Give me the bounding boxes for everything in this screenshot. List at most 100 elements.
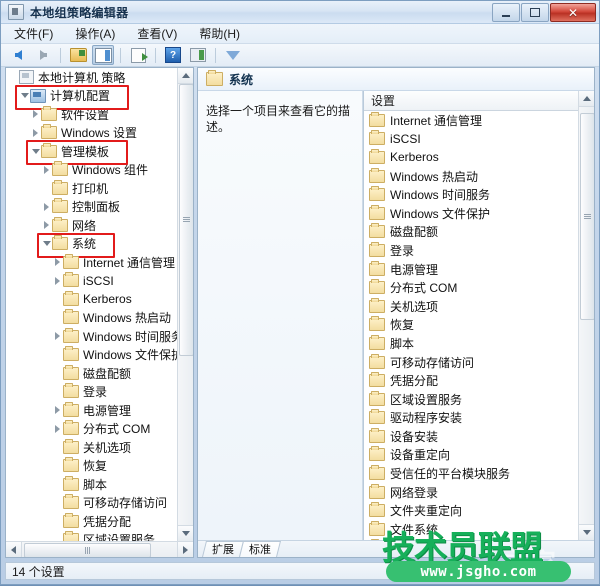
list-scroll-down-button[interactable] bbox=[579, 524, 594, 540]
tab-standard[interactable]: 标准 bbox=[239, 541, 281, 557]
list-item[interactable]: 恢复 bbox=[364, 316, 579, 335]
triangle-icon bbox=[33, 110, 38, 119]
expand-arrow-icon[interactable] bbox=[52, 423, 63, 434]
settings-column-header[interactable]: 设置 bbox=[364, 91, 594, 111]
tree-hscroll-thumb[interactable] bbox=[24, 543, 151, 557]
settings-list[interactable]: Internet 通信管理 iSCSI Kerberos Windows 热启动 Win… bbox=[364, 111, 579, 540]
list-item[interactable]: Windows 时间服务 bbox=[364, 185, 579, 204]
list-item[interactable]: 受信任的平台模块服务 bbox=[364, 464, 579, 483]
list-item[interactable]: 磁盘配额 bbox=[364, 223, 579, 242]
list-item[interactable]: 凭据分配 bbox=[364, 371, 579, 390]
list-item[interactable]: 电源管理 bbox=[364, 260, 579, 279]
list-item[interactable]: 登录 bbox=[364, 241, 579, 260]
collapse-arrow-icon[interactable] bbox=[41, 238, 52, 249]
list-item[interactable]: 关机选项 bbox=[364, 297, 579, 316]
tree-node[interactable]: Windows 设置 bbox=[6, 124, 178, 143]
list-scroll-thumb[interactable] bbox=[580, 113, 594, 320]
tree-node[interactable]: iSCSI bbox=[6, 272, 178, 291]
forward-button[interactable] bbox=[32, 45, 54, 65]
tree-node[interactable]: Windows 组件 bbox=[6, 161, 178, 180]
tree-node[interactable]: Windows 热启动 bbox=[6, 309, 178, 328]
folder-icon bbox=[369, 223, 385, 239]
list-item[interactable]: 脚本 bbox=[364, 334, 579, 353]
expand-arrow-icon[interactable] bbox=[30, 109, 41, 120]
tree-node[interactable]: 管理模板 bbox=[6, 142, 178, 161]
list-item[interactable]: 设备安装 bbox=[364, 427, 579, 446]
tree-node[interactable]: 控制面板 bbox=[6, 198, 178, 217]
list-scroll-up-button[interactable] bbox=[579, 91, 594, 107]
expand-arrow-icon[interactable] bbox=[52, 257, 63, 268]
tree-node[interactable]: 登录 bbox=[6, 383, 178, 402]
export-list-button[interactable] bbox=[127, 45, 149, 65]
tree-node[interactable]: 磁盘配额 bbox=[6, 364, 178, 383]
expand-arrow-icon[interactable] bbox=[41, 220, 52, 231]
tree-node[interactable]: 可移动存储访问 bbox=[6, 494, 178, 513]
list-item[interactable]: Windows 热启动 bbox=[364, 167, 579, 186]
list-item[interactable]: 设备重定向 bbox=[364, 446, 579, 465]
tree-scroll-left-button[interactable] bbox=[6, 542, 22, 557]
tree-node[interactable]: 打印机 bbox=[6, 179, 178, 198]
tree-vertical-scrollbar[interactable] bbox=[177, 68, 193, 541]
expand-arrow-icon[interactable] bbox=[52, 405, 63, 416]
filter-button[interactable] bbox=[222, 45, 244, 65]
list-item[interactable]: 驱动程序安装 bbox=[364, 409, 579, 428]
tree-node[interactable]: 系统 bbox=[6, 235, 178, 254]
up-folder-button[interactable] bbox=[67, 45, 89, 65]
tree-node[interactable]: 脚本 bbox=[6, 475, 178, 494]
scroll-up-icon bbox=[181, 73, 190, 78]
menu-help[interactable]: 帮助(H) bbox=[196, 24, 243, 43]
tree-scroll-right-button[interactable] bbox=[177, 542, 193, 557]
tree-scroll-thumb[interactable] bbox=[179, 84, 193, 356]
back-button[interactable] bbox=[7, 45, 29, 65]
tree-node[interactable]: Internet 通信管理 bbox=[6, 253, 178, 272]
expand-arrow-icon[interactable] bbox=[41, 201, 52, 212]
tree-horizontal-scrollbar[interactable] bbox=[6, 541, 193, 557]
show-tree-button[interactable] bbox=[92, 45, 114, 65]
tree-node[interactable]: Windows 文件保护 bbox=[6, 346, 178, 365]
expand-arrow-icon[interactable] bbox=[52, 331, 63, 342]
tree-node[interactable]: 本地计算机 策略 bbox=[6, 68, 178, 87]
list-vertical-scrollbar[interactable] bbox=[578, 91, 594, 540]
list-item[interactable]: 可移动存储访问 bbox=[364, 353, 579, 372]
tree-scroll-up-button[interactable] bbox=[178, 68, 193, 84]
list-item[interactable]: Kerberos bbox=[364, 148, 579, 167]
properties-button[interactable] bbox=[187, 45, 209, 65]
list-item[interactable]: 区域设置服务 bbox=[364, 390, 579, 409]
list-item[interactable]: iSCSI bbox=[364, 130, 579, 149]
list-item[interactable]: 分布式 COM bbox=[364, 278, 579, 297]
list-item-label: 登录 bbox=[390, 243, 415, 258]
list-item[interactable]: Windows 文件保护 bbox=[364, 204, 579, 223]
expand-arrow-icon[interactable] bbox=[52, 275, 63, 286]
tree-scroll-down-button[interactable] bbox=[178, 525, 193, 541]
triangle-icon bbox=[44, 221, 49, 230]
minimize-button[interactable] bbox=[492, 3, 520, 22]
menu-view[interactable]: 查看(V) bbox=[134, 24, 180, 43]
expand-arrow-icon[interactable] bbox=[41, 164, 52, 175]
list-item[interactable]: 文件系统 bbox=[364, 520, 579, 539]
tree-node[interactable]: Windows 时间服务 bbox=[6, 327, 178, 346]
tree-node[interactable]: Kerberos bbox=[6, 290, 178, 309]
collapse-arrow-icon[interactable] bbox=[30, 146, 41, 157]
list-item[interactable]: 文件夹重定向 bbox=[364, 501, 579, 520]
menu-action[interactable]: 操作(A) bbox=[72, 24, 118, 43]
close-button[interactable]: ✕ bbox=[550, 3, 596, 22]
tree-node[interactable]: 软件设置 bbox=[6, 105, 178, 124]
expand-arrow-icon[interactable] bbox=[30, 127, 41, 138]
menu-file[interactable]: 文件(F) bbox=[11, 24, 56, 43]
tree-node[interactable]: 凭据分配 bbox=[6, 512, 178, 531]
tree-node[interactable]: 计算机配置 bbox=[6, 87, 178, 106]
tree-node[interactable]: 电源管理 bbox=[6, 401, 178, 420]
tree-node[interactable]: 分布式 COM bbox=[6, 420, 178, 439]
tab-extended[interactable]: 扩展 bbox=[202, 541, 244, 557]
list-item[interactable]: 网络登录 bbox=[364, 483, 579, 502]
collapse-arrow-icon[interactable] bbox=[19, 90, 30, 101]
help-button[interactable]: ? bbox=[162, 45, 184, 65]
list-item[interactable]: Internet 通信管理 bbox=[364, 111, 579, 130]
tree-node[interactable]: 恢复 bbox=[6, 457, 178, 476]
tree-node[interactable]: 关机选项 bbox=[6, 438, 178, 457]
tree-scroll-region[interactable]: 本地计算机 策略 计算机配置 软件设置 Windows 设置 管理模板 Windows 组… bbox=[6, 68, 178, 541]
tree-node[interactable]: 区域设置服务 bbox=[6, 531, 178, 541]
tree-node[interactable]: 网络 bbox=[6, 216, 178, 235]
filter-icon bbox=[226, 50, 240, 60]
maximize-button[interactable] bbox=[521, 3, 549, 22]
